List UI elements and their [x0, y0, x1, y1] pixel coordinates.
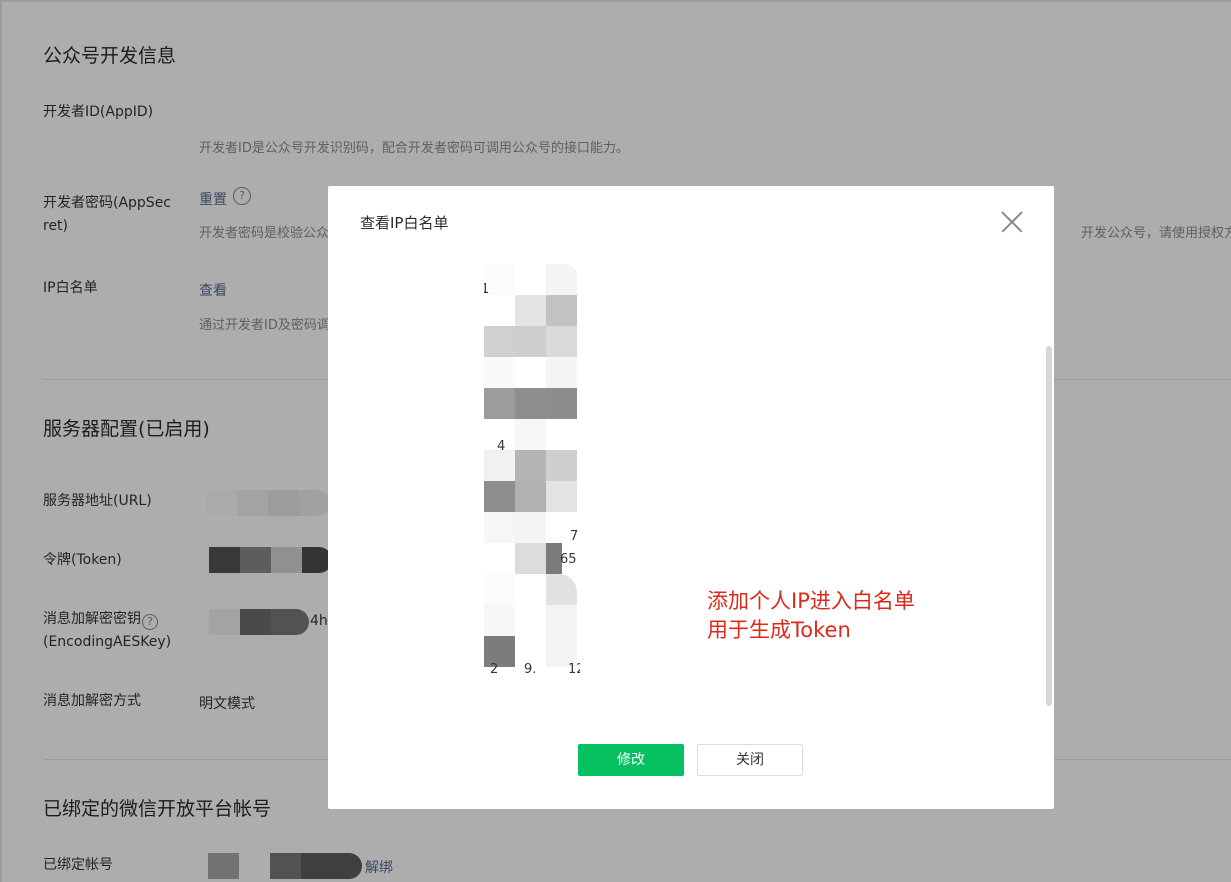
mosaic-cell — [484, 543, 515, 574]
mosaic-cell — [484, 388, 515, 419]
close-icon[interactable] — [1001, 211, 1023, 233]
mosaic-cell — [484, 574, 515, 605]
redacted-ip-list: 1 4 7 65 2 9. 12 — [484, 264, 580, 676]
mosaic-cell — [515, 574, 546, 605]
mosaic-cell — [484, 450, 515, 481]
mosaic-cell — [515, 450, 546, 481]
mosaic-cell — [515, 357, 546, 388]
mosaic-cell — [484, 636, 515, 667]
annotation-text: 添加个人IP进入白名单 用于生成Token — [707, 587, 915, 645]
mosaic-cell — [515, 512, 546, 543]
mosaic-cell — [546, 605, 577, 636]
mosaic-cell — [546, 388, 577, 419]
annotation-line1: 添加个人IP进入白名单 — [707, 589, 915, 613]
dialog-scrollbar[interactable] — [1046, 346, 1052, 706]
mosaic-cell — [484, 512, 515, 543]
mosaic-cell — [484, 481, 515, 512]
ip-fragment: 65 — [560, 552, 577, 567]
mosaic-cell — [515, 264, 546, 295]
mosaic-cell — [484, 357, 515, 388]
mosaic-cell — [515, 605, 546, 636]
ip-fragment: 4 — [497, 439, 506, 454]
close-button[interactable]: 关闭 — [697, 744, 803, 776]
ip-fragment: 2 — [490, 662, 499, 676]
mosaic-cell — [484, 605, 515, 636]
ip-fragment: 7 — [570, 529, 579, 544]
mosaic-cell — [546, 357, 577, 388]
mosaic-cell — [546, 419, 577, 450]
mosaic-cell — [546, 481, 577, 512]
mosaic-cell — [515, 481, 546, 512]
mosaic-cell — [546, 326, 577, 357]
mosaic-cell — [546, 264, 577, 295]
ip-whitelist-dialog: 查看IP白名单 1 4 7 65 2 9. 1 添加个人IP进入白名单 用于生成… — [328, 186, 1054, 809]
mosaic-cell — [515, 419, 546, 450]
mosaic-cell — [484, 326, 515, 357]
mosaic-cell — [484, 295, 515, 326]
mosaic-cell — [546, 295, 577, 326]
modify-button[interactable]: 修改 — [578, 744, 684, 776]
mosaic-cell — [515, 388, 546, 419]
annotation-line2: 用于生成Token — [707, 618, 851, 642]
mosaic-cell — [515, 295, 546, 326]
dialog-title: 查看IP白名单 — [360, 214, 449, 232]
ip-fragment: 12 — [568, 662, 580, 676]
mosaic-cell — [546, 574, 577, 605]
ip-fragment: 9. — [524, 662, 537, 676]
mosaic-cell — [515, 543, 546, 574]
mosaic-cell — [515, 326, 546, 357]
mosaic-cell — [546, 450, 577, 481]
ip-fragment: 1 — [484, 282, 490, 297]
